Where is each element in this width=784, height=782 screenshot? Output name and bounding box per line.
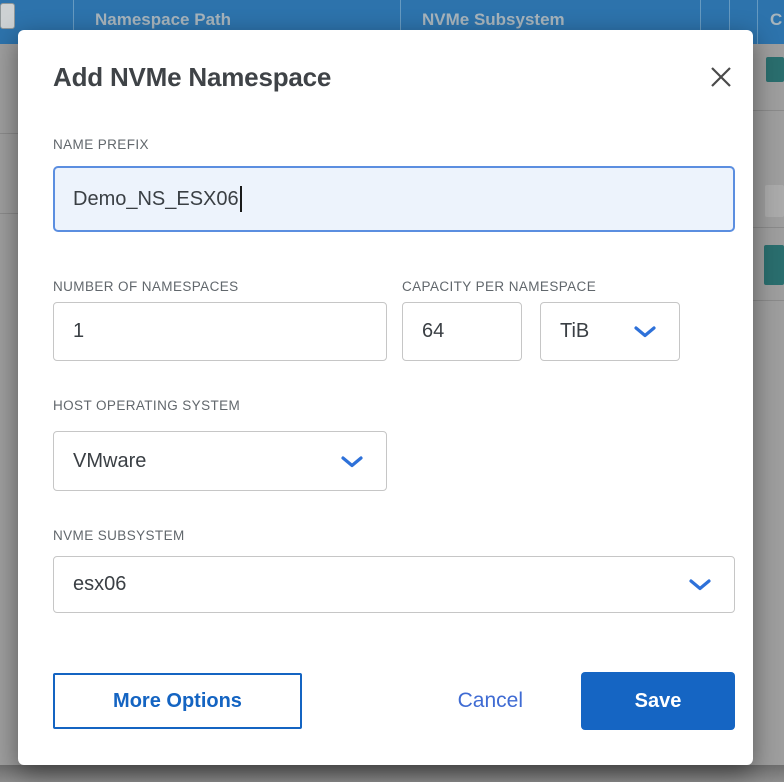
capacity-per-namespace-label: CAPACITY PER NAMESPACE bbox=[402, 279, 597, 294]
name-prefix-input[interactable]: Demo_NS_ESX06 bbox=[53, 166, 735, 232]
dialog-title: Add NVMe Namespace bbox=[53, 61, 332, 92]
select-all-checkbox bbox=[0, 3, 15, 29]
add-nvme-namespace-dialog: Add NVMe Namespace NAME PREFIX Demo_NS_E… bbox=[18, 30, 753, 765]
screen: Namespace Path NVMe Subsystem C Add NVMe… bbox=[0, 0, 784, 782]
close-icon bbox=[711, 67, 731, 87]
chevron-down-icon bbox=[341, 455, 363, 467]
status-badge-fragment bbox=[766, 57, 784, 82]
row-separator bbox=[753, 110, 784, 111]
cancel-button[interactable]: Cancel bbox=[458, 689, 523, 713]
more-options-button[interactable]: More Options bbox=[53, 673, 302, 729]
dialog-actions: More Options Cancel Save bbox=[53, 672, 735, 730]
number-of-namespaces-input[interactable] bbox=[53, 302, 387, 361]
capacity-unit-select[interactable]: TiB bbox=[540, 302, 680, 361]
column-divider bbox=[757, 0, 758, 44]
capacity-unit-value: TiB bbox=[560, 320, 590, 342]
cell-fragment bbox=[765, 185, 784, 217]
host-operating-system-select[interactable]: VMware bbox=[53, 431, 387, 491]
row-separator bbox=[0, 133, 18, 134]
number-of-namespaces-label: NUMBER OF NAMESPACES bbox=[53, 279, 239, 294]
row-separator bbox=[753, 300, 784, 301]
nvme-subsystem-label: NVME SUBSYSTEM bbox=[53, 528, 185, 543]
dialog-header: Add NVMe Namespace bbox=[53, 60, 735, 94]
host-operating-system-value: VMware bbox=[73, 449, 147, 472]
text-cursor bbox=[239, 186, 242, 212]
save-button[interactable]: Save bbox=[581, 672, 735, 730]
column-header-clipped: C bbox=[770, 10, 783, 29]
close-button[interactable] bbox=[707, 63, 735, 91]
dimmed-overlay-strip bbox=[0, 765, 784, 782]
row-separator bbox=[0, 213, 18, 214]
name-prefix-label: NAME PREFIX bbox=[53, 137, 149, 152]
capacity-value-input[interactable] bbox=[402, 302, 522, 361]
nvme-subsystem-value: esx06 bbox=[73, 573, 127, 595]
nvme-subsystem-select[interactable]: esx06 bbox=[53, 556, 735, 613]
host-operating-system-label: HOST OPERATING SYSTEM bbox=[53, 398, 241, 413]
chevron-down-icon bbox=[634, 326, 656, 338]
chevron-down-icon bbox=[689, 579, 711, 591]
name-prefix-value: Demo_NS_ESX06 bbox=[73, 187, 239, 210]
row-separator bbox=[753, 227, 784, 228]
namespace-count-capacity-row: NUMBER OF NAMESPACES CAPACITY PER NAMESP… bbox=[53, 232, 735, 361]
status-badge-fragment bbox=[764, 245, 784, 285]
